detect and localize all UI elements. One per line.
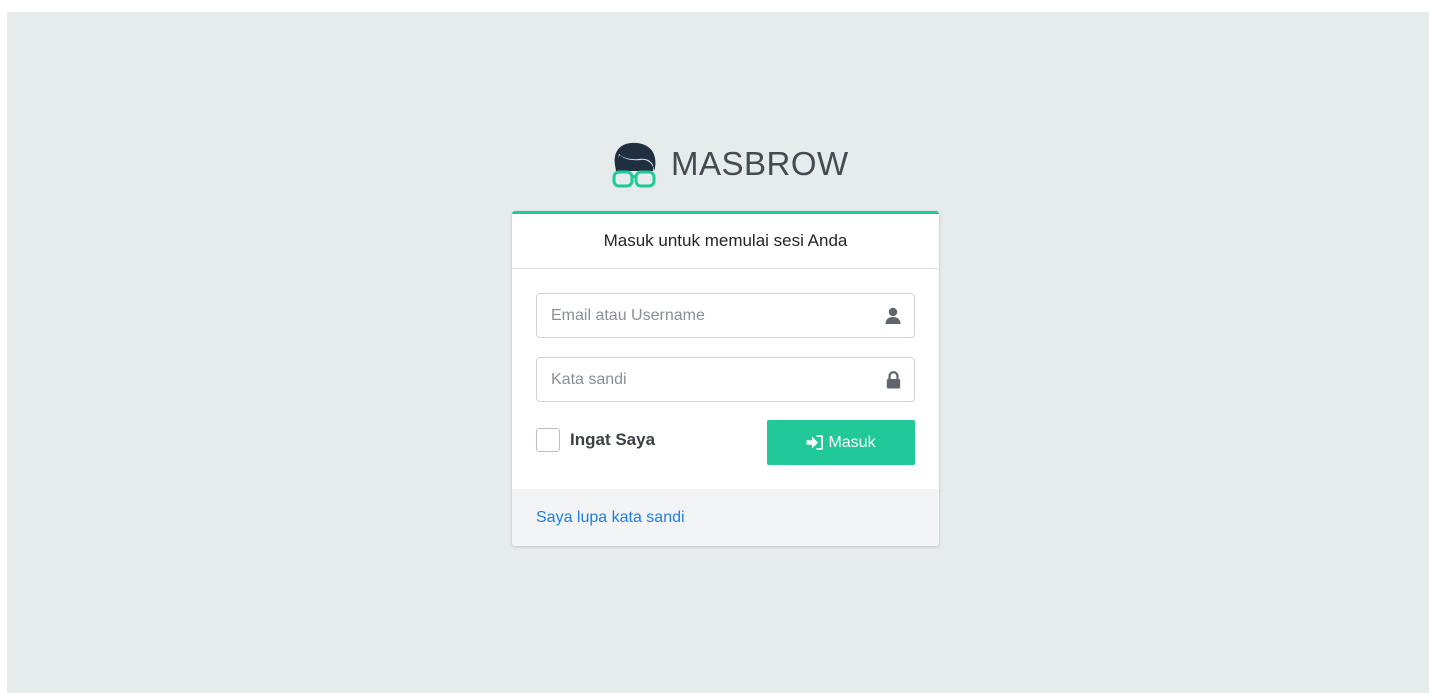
remember-me: Ingat Saya [536, 428, 655, 452]
brand: MASBROW [609, 138, 849, 190]
password-input-group [536, 357, 915, 402]
login-card-header: Masuk untuk memulai sesi Anda [512, 214, 939, 269]
password-input[interactable] [537, 358, 872, 401]
login-card: Masuk untuk memulai sesi Anda Inga [512, 211, 939, 546]
login-card-footer: Saya lupa kata sandi [512, 489, 939, 546]
email-input-group [536, 293, 915, 338]
nerd-glasses-logo-icon [612, 142, 656, 188]
forgot-password-link[interactable]: Saya lupa kata sandi [536, 509, 685, 527]
login-card-body: Ingat Saya Masuk [512, 269, 939, 489]
remember-me-label[interactable]: Ingat Saya [570, 430, 655, 450]
remember-me-checkbox[interactable] [536, 428, 560, 452]
brand-name: MASBROW [671, 145, 849, 182]
email-input[interactable] [537, 294, 872, 337]
login-button-label: Masuk [828, 433, 876, 451]
login-button[interactable]: Masuk [767, 420, 915, 465]
lock-icon [872, 358, 914, 401]
user-icon [872, 294, 914, 337]
sign-in-icon [806, 435, 824, 450]
